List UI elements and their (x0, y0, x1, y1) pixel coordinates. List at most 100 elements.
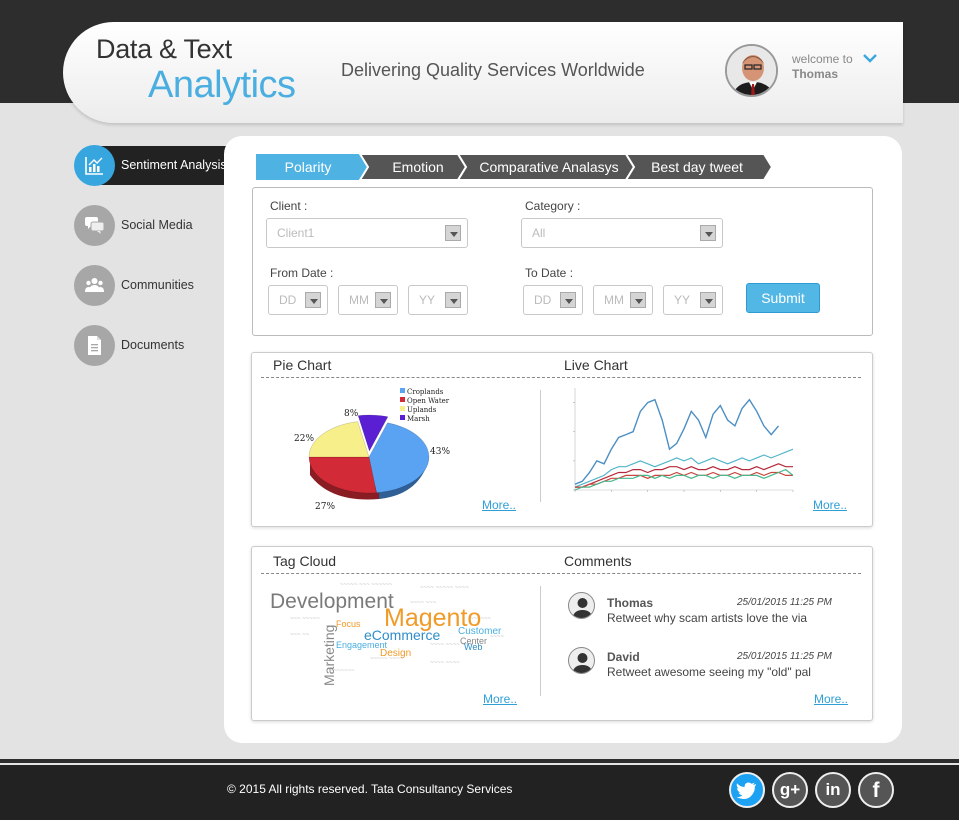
welcome-user: Thomas (792, 67, 839, 81)
to-date-label: To Date : (525, 266, 574, 280)
dropdown-arrow-icon (305, 292, 321, 308)
sidebar-item-communities[interactable]: Communities (74, 265, 234, 307)
comment-author: Thomas (607, 596, 654, 610)
tag-word: Web (464, 642, 482, 652)
linkedin-icon[interactable]: in (815, 772, 851, 808)
pie-data-label: 22% (294, 434, 314, 444)
tag-word: Focus (336, 619, 361, 629)
sidebar-item-label: Communities (121, 278, 194, 292)
pie-more-link[interactable]: More.. (482, 498, 516, 512)
from-day-select[interactable]: DD (268, 285, 328, 315)
copyright-text: © 2015 All rights reserved. Tata Consult… (227, 782, 513, 796)
tab-comparative-analasys[interactable]: Comparative Analasys (466, 154, 632, 180)
comment-text: Retweet awesome seeing my "old" pal (607, 665, 811, 679)
submit-button[interactable]: Submit (746, 283, 820, 313)
twitter-icon[interactable] (729, 772, 765, 808)
people-icon (74, 265, 115, 306)
dropdown-arrow-icon (700, 225, 716, 241)
client-select[interactable]: Client1 (266, 218, 468, 248)
to-month-select[interactable]: MM (593, 285, 653, 315)
client-label: Client : (270, 199, 308, 213)
pie-slice-open-water (308, 456, 377, 494)
live-series-4 (575, 471, 793, 488)
live-series-1 (574, 398, 780, 485)
legend-label: Marsh (407, 415, 430, 423)
to-day-select[interactable]: DD (523, 285, 583, 315)
dropdown-arrow-icon (630, 292, 646, 308)
tab-emotion[interactable]: Emotion (368, 154, 468, 180)
comment-text: Retweet why scam artists love the via (607, 611, 808, 625)
legend-label: Open Water (407, 397, 450, 405)
tag-cloud-title: Tag Cloud (273, 553, 337, 569)
logo-line2: Analytics (148, 64, 296, 106)
dropdown-arrow-icon (445, 225, 461, 241)
divider-line (261, 573, 861, 574)
svg-text:~~~ ~~: ~~~ ~~ (290, 632, 310, 638)
user-avatar[interactable] (725, 44, 778, 97)
sidebar-item-label: Social Media (121, 218, 193, 232)
legend-swatch (400, 406, 405, 411)
pie-slices (308, 414, 430, 494)
user-icon (568, 592, 595, 619)
comment-time: 25/01/2015 11:25 PM (737, 651, 832, 662)
google-plus-icon[interactable]: g+ (772, 772, 808, 808)
legend-swatch (400, 415, 405, 420)
from-month-select[interactable]: MM (338, 285, 398, 315)
pie-data-label: 27% (315, 502, 335, 512)
vertical-divider (540, 390, 541, 502)
welcome-text: welcome to Thomas (792, 52, 853, 82)
legend-swatch (400, 397, 405, 402)
tag-word: Design (380, 648, 411, 659)
live-chart-title: Live Chart (564, 357, 628, 373)
svg-text:~~~~~ ~~~ ~~~~~~: ~~~~~ ~~~ ~~~~~~ (340, 582, 393, 588)
live-chart (573, 388, 794, 492)
from-year-select[interactable]: YY (408, 285, 468, 315)
comment-author: David (607, 650, 640, 664)
svg-text:~~~~ ~~~~: ~~~~ ~~~~ (430, 660, 460, 666)
month-placeholder: MM (604, 293, 624, 307)
tag-cloud-more-link[interactable]: More.. (483, 692, 517, 706)
pie-slice-uplands (308, 421, 370, 458)
to-year-select[interactable]: YY (663, 285, 723, 315)
dropdown-arrow-icon (560, 292, 576, 308)
legend-swatch (400, 388, 405, 393)
legend-label: Croplands (407, 388, 444, 396)
chart-icon (74, 145, 115, 186)
dropdown-arrow-icon (375, 292, 391, 308)
chevron-down-icon[interactable] (862, 50, 878, 66)
dropdown-arrow-icon (700, 292, 716, 308)
tab-best-day-tweet[interactable]: Best day tweet (634, 154, 760, 180)
welcome-label: welcome to (792, 52, 853, 66)
pie-data-label: 8% (344, 409, 359, 419)
footer-strip (0, 759, 959, 763)
document-icon (74, 325, 115, 366)
tag-word: Marketing (321, 625, 337, 686)
year-placeholder: YY (674, 293, 691, 307)
sidebar-item-documents[interactable]: Documents (74, 325, 234, 367)
comment-time: 25/01/2015 11:25 PM (737, 597, 832, 608)
sidebar-item-social-media[interactable]: Social Media (74, 205, 234, 247)
comments-more-link[interactable]: More.. (814, 692, 848, 706)
sidebar-item-sentiment-analysis[interactable]: Sentiment Analysis (74, 145, 250, 187)
vertical-divider (540, 586, 541, 696)
sidebar-item-label: Documents (121, 338, 185, 352)
facebook-icon[interactable]: f (858, 772, 894, 808)
comments-title: Comments (564, 553, 632, 569)
pie-chart: Croplands Open Water Uplands Marsh 43% 2… (294, 388, 450, 512)
chart-axis (574, 388, 793, 491)
month-placeholder: MM (349, 293, 369, 307)
svg-text:~~~~ ~~~~~ ~~~~: ~~~~ ~~~~~ ~~~~ (420, 585, 469, 591)
live-more-link[interactable]: More.. (813, 498, 847, 512)
sidebar-item-label: Sentiment Analysis (121, 158, 227, 172)
year-placeholder: YY (419, 293, 436, 307)
tab-polarity[interactable]: Polarity (256, 154, 360, 180)
logo-line1: Data & Text (96, 34, 232, 64)
from-date-label: From Date : (270, 266, 334, 280)
divider-line (261, 377, 861, 378)
svg-text:~~~ ~~~~~: ~~~ ~~~~~ (290, 616, 320, 622)
tag-cloud: ~~~~~ ~~~ ~~~~~~ ~~~~ ~~~~~ ~~~~ ~~~~ ~~~… (270, 582, 505, 686)
category-label: Category : (525, 199, 581, 213)
legend-label: Uplands (407, 406, 437, 414)
pie-legend: Croplands Open Water Uplands Marsh (400, 388, 450, 423)
category-select[interactable]: All (521, 218, 723, 248)
